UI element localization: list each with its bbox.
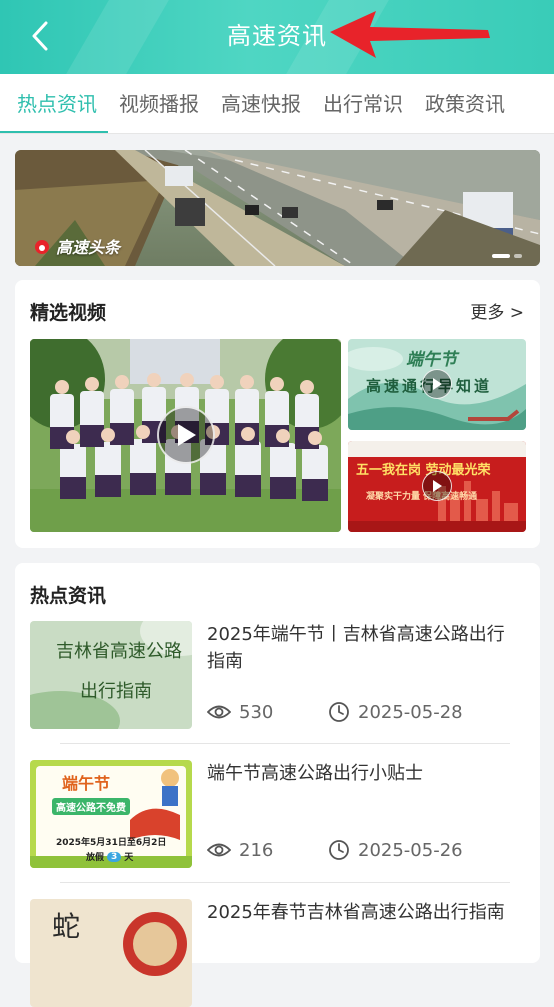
featured-videos-card: 精选视频 更多 > 端午节 高速通行早知道 五一我在岗 劳动最光荣 凝聚实干力量… bbox=[15, 280, 540, 548]
hot-news-card: 热点资讯 吉林省高速公路 出行指南 2025年端午节丨吉林省高速公路出行指南 5… bbox=[15, 563, 540, 1007]
video-thumb-title: 五一我在岗 劳动最光荣 bbox=[356, 463, 491, 478]
category-tabs: 热点资讯 视频播报 高速快报 出行常识 政策资讯 bbox=[0, 74, 554, 134]
banner-carousel[interactable]: 高速头条 bbox=[15, 150, 540, 266]
video-thumb-labor-day[interactable]: 五一我在岗 劳动最光荣 凝聚实干力量 保障高速畅通 bbox=[348, 441, 526, 532]
red-arrow-icon bbox=[330, 11, 490, 58]
flame-logo-icon bbox=[35, 240, 49, 254]
news-title: 端午节高速公路出行小贴士 bbox=[207, 763, 423, 784]
publish-date-value: 2025-05-26 bbox=[358, 839, 463, 861]
news-meta: 530 2025-05-28 bbox=[207, 701, 463, 723]
publish-date-value: 2025-05-28 bbox=[358, 701, 463, 723]
play-icon bbox=[433, 378, 442, 390]
news-thumb-line2: 出行指南 bbox=[80, 681, 152, 702]
featured-video-main[interactable] bbox=[30, 339, 341, 532]
publish-date: 2025-05-26 bbox=[328, 839, 463, 861]
section-title-news: 热点资讯 bbox=[30, 585, 107, 607]
divider bbox=[60, 882, 510, 883]
carousel-dot bbox=[514, 254, 522, 258]
news-meta: 216 2025-05-26 bbox=[207, 839, 463, 861]
news-thumb-holiday: 放假 3 天 bbox=[86, 850, 133, 863]
section-title-videos: 精选视频 bbox=[30, 302, 107, 324]
view-count: 216 bbox=[207, 840, 328, 861]
news-thumb-glyph: 蛇 bbox=[52, 910, 81, 943]
banner-logo-text: 高速头条 bbox=[56, 238, 121, 257]
news-item[interactable]: 端午节 高速公路不免费 2025年5月31日至6月2日 放假 3 天 端午节高速… bbox=[30, 760, 525, 868]
publish-date: 2025-05-28 bbox=[328, 701, 463, 723]
view-count-value: 216 bbox=[239, 839, 274, 861]
play-video-button[interactable] bbox=[157, 406, 215, 464]
view-count: 530 bbox=[207, 702, 328, 723]
video-thumb-dragon-boat[interactable]: 端午节 高速通行早知道 bbox=[348, 339, 526, 430]
news-thumb-holiday-pre: 放假 bbox=[86, 853, 105, 863]
play-icon bbox=[178, 424, 196, 446]
news-item[interactable]: 吉林省高速公路 出行指南 2025年端午节丨吉林省高速公路出行指南 530 20… bbox=[30, 621, 525, 729]
divider bbox=[60, 743, 510, 744]
more-videos-link[interactable]: 更多 > bbox=[470, 298, 524, 323]
news-thumb-dates: 2025年5月31日至6月2日 bbox=[56, 838, 167, 848]
play-video-button[interactable] bbox=[422, 369, 452, 399]
tab-highway-express[interactable]: 高速快报 bbox=[210, 74, 312, 133]
view-count-value: 530 bbox=[239, 701, 274, 723]
video-thumb-title: 端午节 bbox=[406, 350, 457, 370]
carousel-indicator bbox=[492, 254, 522, 258]
eye-icon bbox=[207, 705, 231, 719]
news-thumb-holiday-post: 天 bbox=[124, 853, 134, 863]
news-thumb-line1: 吉林省高速公路 bbox=[56, 641, 182, 662]
app-header: 高速资讯 bbox=[0, 0, 554, 74]
tab-travel-tips[interactable]: 出行常识 bbox=[312, 74, 414, 133]
news-title: 2025年春节吉林省高速公路出行指南 bbox=[207, 902, 505, 923]
news-thumb-title: 端午节 bbox=[62, 774, 111, 793]
eye-icon bbox=[207, 843, 231, 857]
news-item[interactable]: 蛇 2025年春节吉林省高速公路出行指南 bbox=[30, 899, 525, 1007]
carousel-dot-active bbox=[492, 254, 510, 258]
play-icon bbox=[433, 480, 442, 492]
clock-icon bbox=[329, 702, 349, 722]
banner-logo: 高速头条 bbox=[33, 234, 120, 258]
news-thumbnail: 吉林省高速公路 出行指南 bbox=[30, 621, 192, 729]
news-thumbnail: 端午节 高速公路不免费 2025年5月31日至6月2日 放假 3 天 bbox=[30, 760, 192, 868]
tab-hot-news[interactable]: 热点资讯 bbox=[0, 74, 108, 133]
play-video-button[interactable] bbox=[422, 471, 452, 501]
video-thumb-subtitle: 凝聚实干力量 保障高速畅通 bbox=[366, 492, 478, 502]
tab-video-broadcast[interactable]: 视频播报 bbox=[108, 74, 210, 133]
news-thumbnail: 蛇 bbox=[30, 899, 192, 1007]
clock-icon bbox=[329, 840, 349, 860]
news-thumb-holiday-num: 3 bbox=[107, 851, 122, 862]
news-thumb-subtitle: 高速公路不免费 bbox=[52, 798, 130, 815]
news-title: 2025年端午节丨吉林省高速公路出行指南 bbox=[207, 624, 505, 672]
tab-policy-news[interactable]: 政策资讯 bbox=[414, 74, 516, 133]
